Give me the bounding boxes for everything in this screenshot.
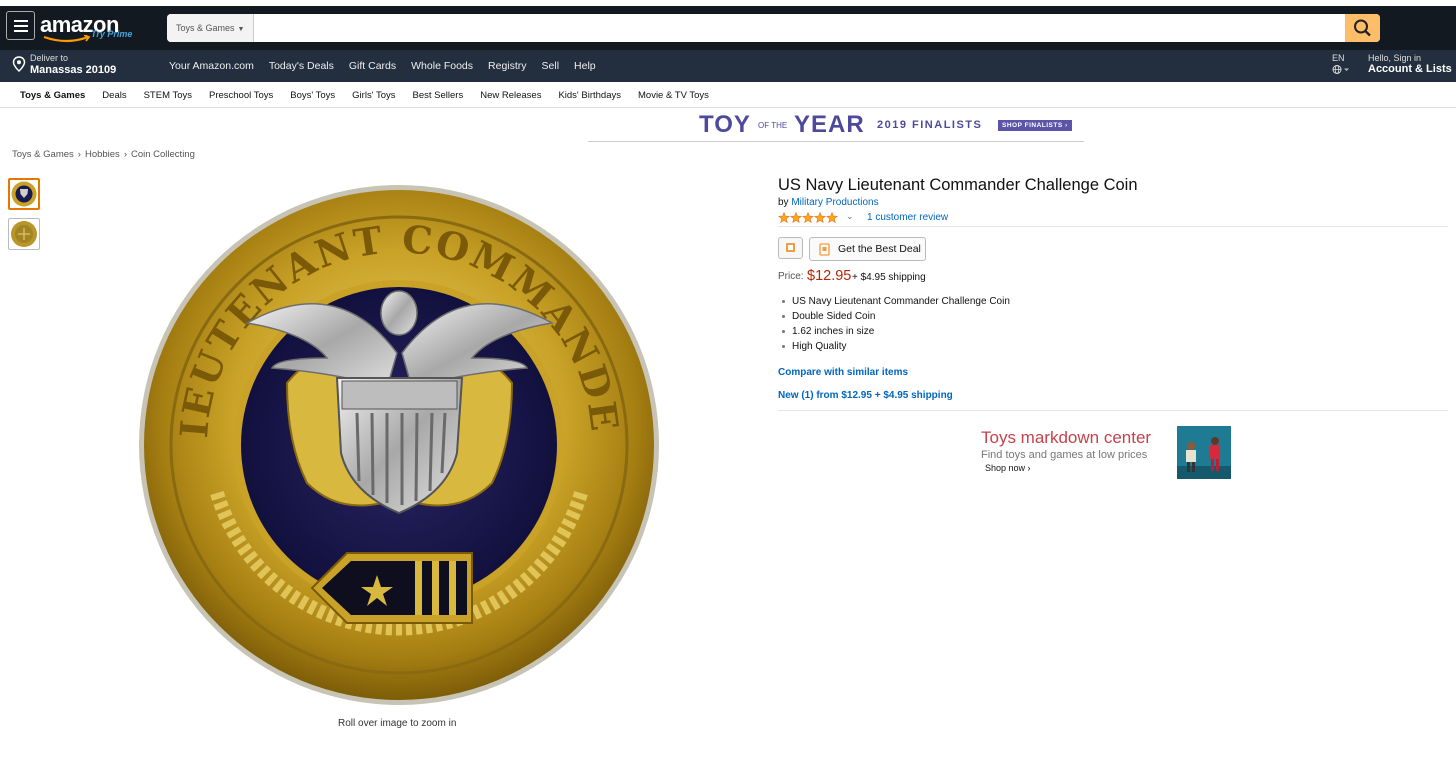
secondary-nav-bar: Deliver to Manassas 20109 Your Amazon.co… [0,50,1456,82]
star-icon [778,212,791,224]
breadcrumb-separator-icon: › [77,149,81,160]
globe-icon [1332,65,1349,74]
nav-link-help[interactable]: Help [574,60,596,72]
product-title: US Navy Lieutenant Commander Challenge C… [778,176,1138,194]
star-icon [825,212,839,224]
subnav-boys-toys[interactable]: Boys' Toys [290,90,335,101]
deal-icon [819,243,830,256]
subnav-movie-tv-toys[interactable]: Movie & TV Toys [638,90,709,101]
banner-year-text: YEAR [794,111,865,138]
get-best-deal-label: Get the Best Deal [838,243,921,255]
feature-bullet: High Quality [782,339,1010,354]
coin-back-thumbnail-icon [11,221,37,247]
subnav-preschool-toys[interactable]: Preschool Toys [209,90,273,101]
ad-title[interactable]: Toys markdown center [981,428,1151,448]
top-nav-bar: amazon Try Prime Toys & Games ▼ [0,6,1456,50]
account-and-lists[interactable]: Hello, Sign in Account & Lists [1368,53,1452,75]
feature-bullet: Double Sided Coin [782,309,1010,324]
nav-link-todays-deals[interactable]: Today's Deals [269,60,334,72]
banner-toy-text: TOY [699,111,751,138]
zoom-hint: Roll over image to zoom in [338,718,457,729]
product-image[interactable]: LIEUTENANT COMMANDER [137,183,662,708]
subnav-deals[interactable]: Deals [102,90,126,101]
deal-alert-icon[interactable] [778,237,803,259]
byline-prefix: by [778,197,789,208]
byline: by Military Productions [778,197,879,208]
ad-subtitle: Find toys and games at low prices [981,449,1148,461]
search-input[interactable] [255,14,1345,42]
language-label: EN [1332,53,1345,63]
compare-similar-link[interactable]: Compare with similar items [778,367,908,378]
rating-dropdown-caret-icon[interactable]: ⌄ [846,211,854,222]
feature-bullet: 1.62 inches in size [782,324,1010,339]
divider [778,410,1448,411]
deliver-to-zip: Manassas 20109 [30,64,117,76]
nav-link-gift-cards[interactable]: Gift Cards [349,60,396,72]
account-greeting: Hello, Sign in [1368,53,1422,63]
brand-link[interactable]: Military Productions [791,197,878,208]
nav-links: Your Amazon.com Today's Deals Gift Cards… [169,50,596,82]
search-bar: Toys & Games ▼ [167,14,1380,42]
customer-reviews-link[interactable]: 1 customer review [867,212,948,223]
breadcrumb-separator-icon: › [123,149,127,160]
divider [778,226,1448,227]
feature-bullets: US Navy Lieutenant Commander Challenge C… [782,294,1010,354]
kids-playing-icon [1177,426,1231,479]
ad-image[interactable] [1177,426,1231,479]
language-selector[interactable]: EN [1332,53,1350,77]
ad-shop-now-link[interactable]: Shop now › [985,463,1031,473]
subnav-toys-games[interactable]: Toys & Games [20,90,85,101]
nav-link-whole-foods[interactable]: Whole Foods [411,60,473,72]
subnav-kids-birthdays[interactable]: Kids' Birthdays [558,90,621,101]
banner-of-the-text: OF THE [758,121,788,130]
get-best-deal-button[interactable]: Get the Best Deal [809,237,926,261]
subnav-stem-toys[interactable]: STEM Toys [144,90,192,101]
new-offers-link[interactable]: New (1) from $12.95 + $4.95 shipping [778,390,953,401]
subnav-best-sellers[interactable]: Best Sellers [413,90,464,101]
breadcrumb: Toys & Games › Hobbies › Coin Collecting [12,149,195,160]
star-icon [789,212,803,224]
search-category-dropdown[interactable]: Toys & Games ▼ [167,14,254,42]
search-button[interactable] [1345,14,1380,42]
location-pin-icon [12,56,26,72]
search-icon [1354,19,1371,37]
nav-link-registry[interactable]: Registry [488,60,527,72]
deliver-to-label: Deliver to [30,53,69,63]
breadcrumb-toys-games[interactable]: Toys & Games [12,149,74,160]
subnav-new-releases[interactable]: New Releases [480,90,541,101]
category-subnav: Toys & Games Deals STEM Toys Preschool T… [0,82,1456,108]
caret-down-icon: ▼ [237,26,245,33]
feature-bullet: US Navy Lieutenant Commander Challenge C… [782,294,1010,309]
nav-link-your-amazon[interactable]: Your Amazon.com [169,60,254,72]
star-rating-icon[interactable] [778,212,840,224]
price-value: $12.95 [807,268,852,284]
amazon-smile-icon [43,35,91,43]
search-category-label: Toys & Games [176,23,235,33]
banner-finalists-text: 2019 FINALISTS [877,119,983,131]
subnav-girls-toys[interactable]: Girls' Toys [352,90,395,101]
account-lists-label: Account & Lists [1368,63,1452,75]
star-icon [813,212,827,224]
hamburger-menu-icon[interactable] [6,11,35,40]
shipping-cost: + $4.95 shipping [852,272,926,283]
thumbnail-front[interactable] [8,178,40,210]
coin-front-thumbnail-icon [11,181,37,207]
try-prime-link[interactable]: Try Prime [91,29,132,39]
shop-finalists-button[interactable]: SHOP FINALISTS › [998,120,1072,131]
breadcrumb-coin-collecting[interactable]: Coin Collecting [131,149,195,160]
star-icon [801,212,815,224]
thumbnail-back[interactable] [8,218,40,250]
breadcrumb-hobbies[interactable]: Hobbies [85,149,120,160]
price-label: Price: [778,271,804,282]
tag-icon [786,243,795,252]
nav-link-sell[interactable]: Sell [542,60,560,72]
toy-of-the-year-banner[interactable]: TOY OF THE YEAR 2019 FINALISTS SHOP FINA… [588,108,1084,142]
